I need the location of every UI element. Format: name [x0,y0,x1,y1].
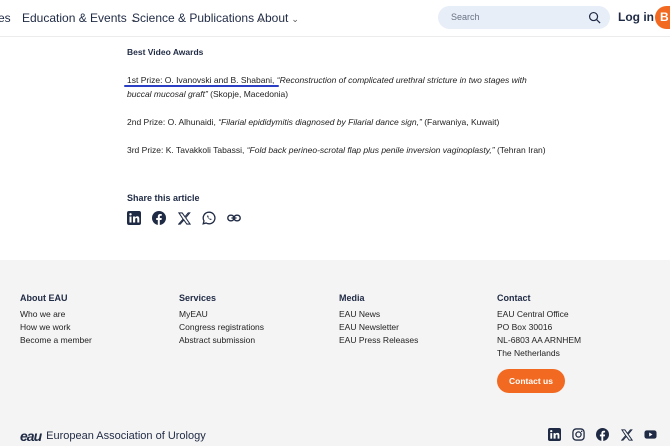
prize-video-title: “Filarial epididymitis diagnosed by Fila… [218,117,422,127]
footer-heading: Contact [497,293,531,303]
contact-line: EAU Central Office [497,309,569,319]
footer-link-eau-news[interactable]: EAU News [339,308,418,321]
footer-social-icons [548,428,657,441]
contact-line: The Netherlands [497,348,560,358]
footer-column-services: Services MyEAU Congress registrations Ab… [179,293,264,347]
footer-column-about: About EAU Who we are How we work Become … [20,293,92,347]
facebook-icon[interactable] [152,211,166,225]
contact-us-button[interactable]: Contact us [497,369,565,393]
prize-2: 2nd Prize: O. Alhunaidi, “Filarial epidi… [127,116,547,130]
linkedin-icon[interactable] [127,211,141,225]
x-twitter-icon[interactable] [177,211,191,225]
footer-link-myeau[interactable]: MyEAU [179,308,264,321]
footer-heading: About EAU [20,293,68,303]
nav-science-publications[interactable]: Science & Publications ⌄ [132,11,265,25]
eau-logo[interactable]: eau European Association of Urology [20,428,206,444]
nav-label: About [257,11,289,25]
search-input[interactable]: Search [438,6,610,29]
whatsapp-icon[interactable] [202,211,216,225]
footer-column-contact: Contact EAU Central Office PO Box 30016 … [497,293,581,360]
share-title: Share this article [127,193,200,203]
header-orange-button[interactable]: B [655,6,670,29]
chevron-down-icon: ⌄ [291,14,299,24]
search-placeholder: Search [451,12,480,22]
site-header: es Education & Events ⌄ Science & Publica… [0,0,670,37]
footer-link-eau-newsletter[interactable]: EAU Newsletter [339,321,418,334]
footer-link-become-member[interactable]: Become a member [20,334,92,347]
share-icons [127,211,241,225]
footer-link-how-we-work[interactable]: How we work [20,321,92,334]
prize-video-title: “Fold back perineo-scrotal flap plus pen… [246,145,495,155]
copy-link-icon[interactable] [227,211,241,225]
prize-3: 3rd Prize: K. Tavakkoli Tabassi, “Fold b… [127,144,547,158]
instagram-icon[interactable] [572,428,585,441]
footer-link-congress-registrations[interactable]: Congress registrations [179,321,264,334]
nav-item-truncated[interactable]: es [0,11,11,25]
linkedin-icon[interactable] [548,428,561,441]
section-title: Best Video Awards [127,47,204,57]
contact-line: NL-6803 AA ARNHEM [497,335,582,345]
search-icon[interactable] [588,11,601,24]
nav-education-events[interactable]: Education & Events ⌄ [22,11,137,25]
x-twitter-icon[interactable] [620,428,633,441]
nav-label: Education & Events [22,11,127,25]
footer-link-who-we-are[interactable]: Who we are [20,308,92,321]
footer-link-press-releases[interactable]: EAU Press Releases [339,334,418,347]
prize-winners: 1st Prize: O. Ivanovski and B. Shabani, [127,75,277,85]
prize-winners: 2nd Prize: O. Alhunaidi, [127,117,219,127]
prize-winners: 3rd Prize: K. Tavakkoli Tabassi, [127,145,247,155]
org-name: European Association of Urology [46,430,206,442]
footer-link-abstract-submission[interactable]: Abstract submission [179,334,264,347]
prize-location: (Farwaniya, Kuwait) [421,117,500,127]
prize-location: (Tehran Iran) [494,145,546,155]
login-link[interactable]: Log in [618,10,654,24]
prize-location: (Skopje, Macedonia) [207,88,289,99]
footer-column-media: Media EAU News EAU Newsletter EAU Press … [339,293,418,347]
logo-mark: eau [20,428,42,444]
contact-line: PO Box 30016 [497,322,553,332]
nav-about[interactable]: About ⌄ [257,11,299,25]
footer-heading: Services [179,293,217,303]
underline-annotation [124,85,279,87]
nav-label: Science & Publications [132,11,255,25]
footer-heading: Media [339,293,365,303]
prize-1: 1st Prize: O. Ivanovski and B. Shabani, … [127,74,547,101]
youtube-icon[interactable] [644,428,657,441]
facebook-icon[interactable] [596,428,609,441]
